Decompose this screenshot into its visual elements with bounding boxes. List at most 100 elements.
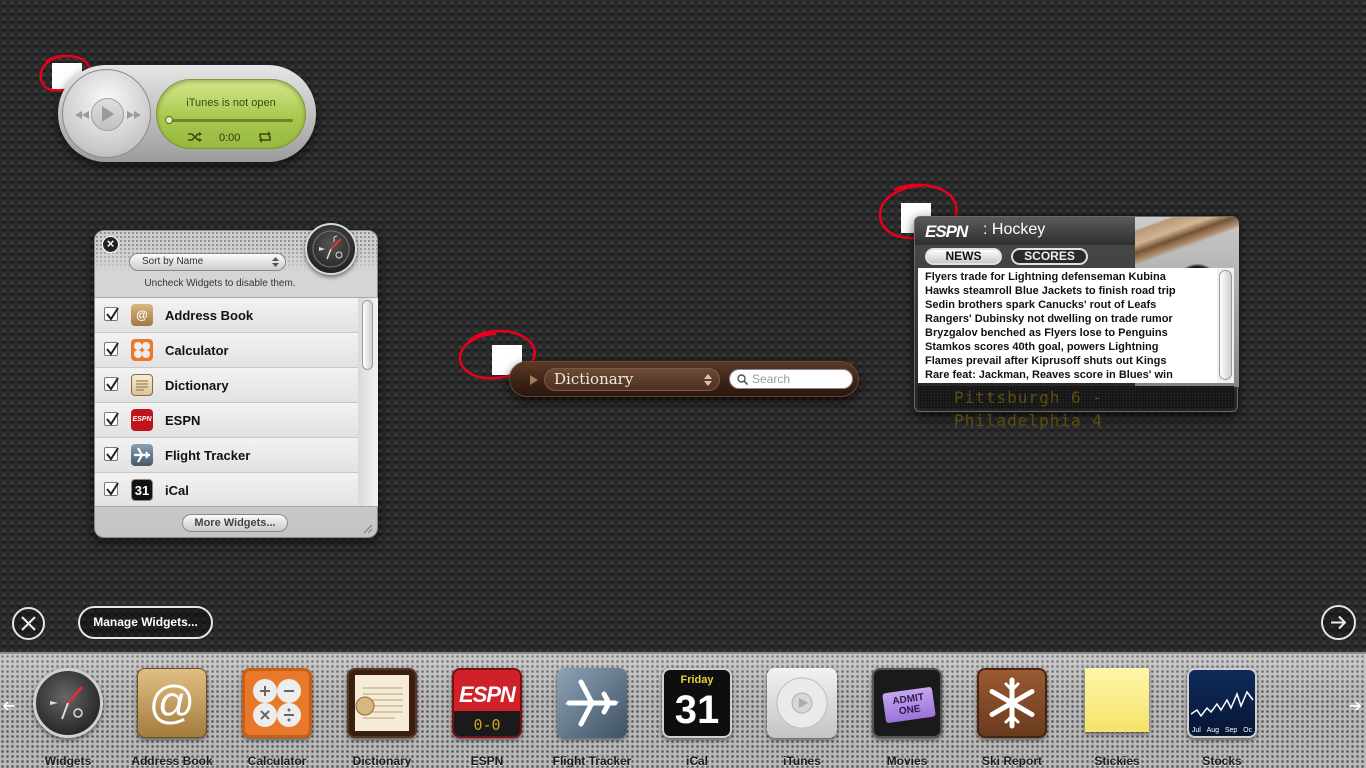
tab-scores[interactable]: SCORES	[1011, 248, 1088, 265]
widgets-compass-icon	[33, 668, 103, 738]
widget-tile-movies[interactable]: ADMIT ONE Movies	[870, 668, 944, 768]
widgets-list-scrollbar[interactable]	[358, 297, 378, 507]
dictionary-widget: Dictionary Search	[509, 361, 859, 397]
widget-tile-flight-tracker[interactable]: Flight Tracker	[553, 668, 631, 768]
select-arrows-icon	[272, 257, 279, 267]
widget-name: iCal	[165, 483, 189, 498]
espn-logo: ESPN	[925, 222, 968, 241]
itunes-wheel-icon	[767, 668, 837, 738]
widget-tile-widgets[interactable]: Widgets	[31, 668, 105, 768]
espn-news-scrollbar[interactable]	[1217, 268, 1234, 383]
manage-widgets-button[interactable]: Manage Widgets...	[78, 606, 213, 639]
next-track-icon[interactable]	[127, 111, 141, 119]
tile-label: Calculator	[247, 754, 307, 768]
checkmark-icon	[106, 482, 119, 496]
itunes-progress-track[interactable]	[169, 119, 293, 122]
espn-hockey-widget: ESPN : Hockey NEWS SCORES Flyers trade f…	[914, 216, 1239, 430]
list-item[interactable]: Rare feat: Jackman, Reaves score in Blue…	[925, 368, 1217, 382]
play-icon[interactable]	[99, 105, 115, 123]
enable-checkbox[interactable]	[104, 447, 119, 461]
tile-label: Dictionary	[352, 754, 412, 768]
itunes-lcd-display: iTunes is not open 0:00	[156, 79, 306, 149]
calculator-icon	[242, 668, 312, 738]
list-item[interactable]: Stamkos scores 40th goal, powers Lightni…	[925, 340, 1217, 354]
book-icon	[131, 374, 153, 396]
dashboard-gauge-graphic	[312, 230, 350, 268]
list-item[interactable]: Bryzgalov benched as Flyers lose to Peng…	[925, 326, 1217, 340]
airplane-graphic	[564, 679, 620, 727]
sort-by-select[interactable]: Sort by Name	[129, 253, 286, 271]
widget-tile-stickies[interactable]: Stickies	[1080, 668, 1154, 768]
dictionary-source-select[interactable]: Dictionary	[544, 368, 720, 391]
enable-checkbox[interactable]	[104, 482, 119, 496]
sticky-note-icon	[1085, 668, 1149, 732]
dictionary-search-input[interactable]: Search	[729, 369, 853, 389]
itunes-click-wheel[interactable]	[62, 69, 151, 158]
list-item[interactable]: Sedin brothers spark Canucks' rout of Le…	[925, 298, 1217, 312]
espn-tile-score: 0-0	[473, 716, 501, 734]
espn-icon: ESPN 0-0	[452, 668, 522, 738]
checkmark-icon	[106, 342, 119, 356]
tile-label: ESPN	[470, 754, 504, 768]
list-item[interactable]: Dictionary	[95, 368, 358, 403]
stocks-month: Jul	[1191, 727, 1201, 734]
enable-checkbox[interactable]	[104, 377, 119, 391]
list-item[interactable]: Flight Tracker	[95, 438, 358, 473]
itunes-progress-knob[interactable]	[165, 116, 173, 124]
list-item[interactable]: Hawks steamroll Blue Jackets to finish r…	[925, 284, 1217, 298]
widget-tile-calculator[interactable]: Calculator	[240, 668, 314, 768]
tile-label: iCal	[685, 754, 708, 768]
list-item[interactable]: ESPN ESPN	[95, 403, 358, 438]
list-item[interactable]: Flames prevail after Kiprusoff shuts out…	[925, 354, 1217, 368]
calculator-keys-graphic	[253, 679, 301, 727]
scroll-left-icon[interactable]	[2, 699, 16, 713]
previous-track-icon[interactable]	[75, 111, 89, 119]
resize-grip-icon[interactable]	[362, 523, 372, 533]
enable-checkbox[interactable]	[104, 342, 119, 356]
enable-checkbox[interactable]	[104, 307, 119, 321]
ical-day: 31	[674, 688, 720, 732]
close-widget-bar-button[interactable]	[12, 607, 45, 640]
enable-checkbox[interactable]	[104, 412, 119, 426]
list-item[interactable]: Flyers trade for Lightning defenseman Ku…	[925, 270, 1217, 284]
select-arrows-icon	[704, 374, 712, 386]
widget-tile-stocks[interactable]: Jul Aug Sep Oc Stocks	[1185, 668, 1259, 768]
more-widgets-button[interactable]: More Widgets...	[182, 514, 288, 532]
widget-tile-ical[interactable]: Friday 31 iCal	[660, 668, 734, 768]
widget-tile-address-book[interactable]: @ Address Book	[131, 668, 213, 768]
airplane-graphic	[134, 447, 150, 463]
espn-icon: ESPN	[131, 409, 153, 431]
widget-tile-espn[interactable]: ESPN 0-0 ESPN	[450, 668, 524, 768]
list-item[interactable]: @ Address Book	[95, 298, 358, 333]
tile-label: Ski Report	[981, 754, 1042, 768]
scroll-right-icon[interactable]	[1348, 699, 1362, 713]
list-item[interactable]: 31 iCal	[95, 473, 358, 506]
tile-label: Stickies	[1094, 754, 1140, 768]
next-page-button[interactable]	[1321, 605, 1356, 640]
tile-label: iTunes	[783, 754, 821, 768]
repeat-icon[interactable]	[257, 131, 273, 143]
itunes-widget[interactable]: iTunes is not open 0:00	[58, 65, 316, 162]
widget-tile-ski-report[interactable]: Ski Report	[975, 668, 1049, 768]
list-item[interactable]: Rangers' Dubinsky not dwelling on trade …	[925, 312, 1217, 326]
widgets-panel-close-icon[interactable]: ×	[102, 236, 119, 253]
book-lines-graphic	[136, 380, 148, 391]
shuffle-icon[interactable]	[187, 131, 203, 143]
stocks-chart-icon: Jul Aug Sep Oc	[1187, 668, 1257, 738]
dictionary-book-graphic	[355, 675, 409, 731]
list-item[interactable]: Calculator	[95, 333, 358, 368]
dictionary-disclosure-icon[interactable]	[530, 375, 538, 385]
espn-news-scroll-thumb[interactable]	[1219, 270, 1232, 380]
widget-tile-itunes[interactable]: iTunes	[765, 668, 839, 768]
checkmark-icon	[106, 447, 119, 461]
itunes-status-text: iTunes is not open	[186, 97, 276, 109]
airplane-icon	[557, 668, 627, 738]
tile-label: Flight Tracker	[552, 754, 632, 768]
widgets-list-scroll-thumb[interactable]	[362, 300, 373, 370]
sort-by-label: Sort by Name	[142, 256, 204, 267]
tab-news[interactable]: NEWS	[925, 248, 1002, 265]
calculator-keys-graphic	[134, 342, 150, 358]
calendar-icon: Friday 31	[662, 668, 732, 738]
airplane-icon	[131, 444, 153, 466]
widget-tile-dictionary[interactable]: Dictionary	[345, 668, 419, 768]
